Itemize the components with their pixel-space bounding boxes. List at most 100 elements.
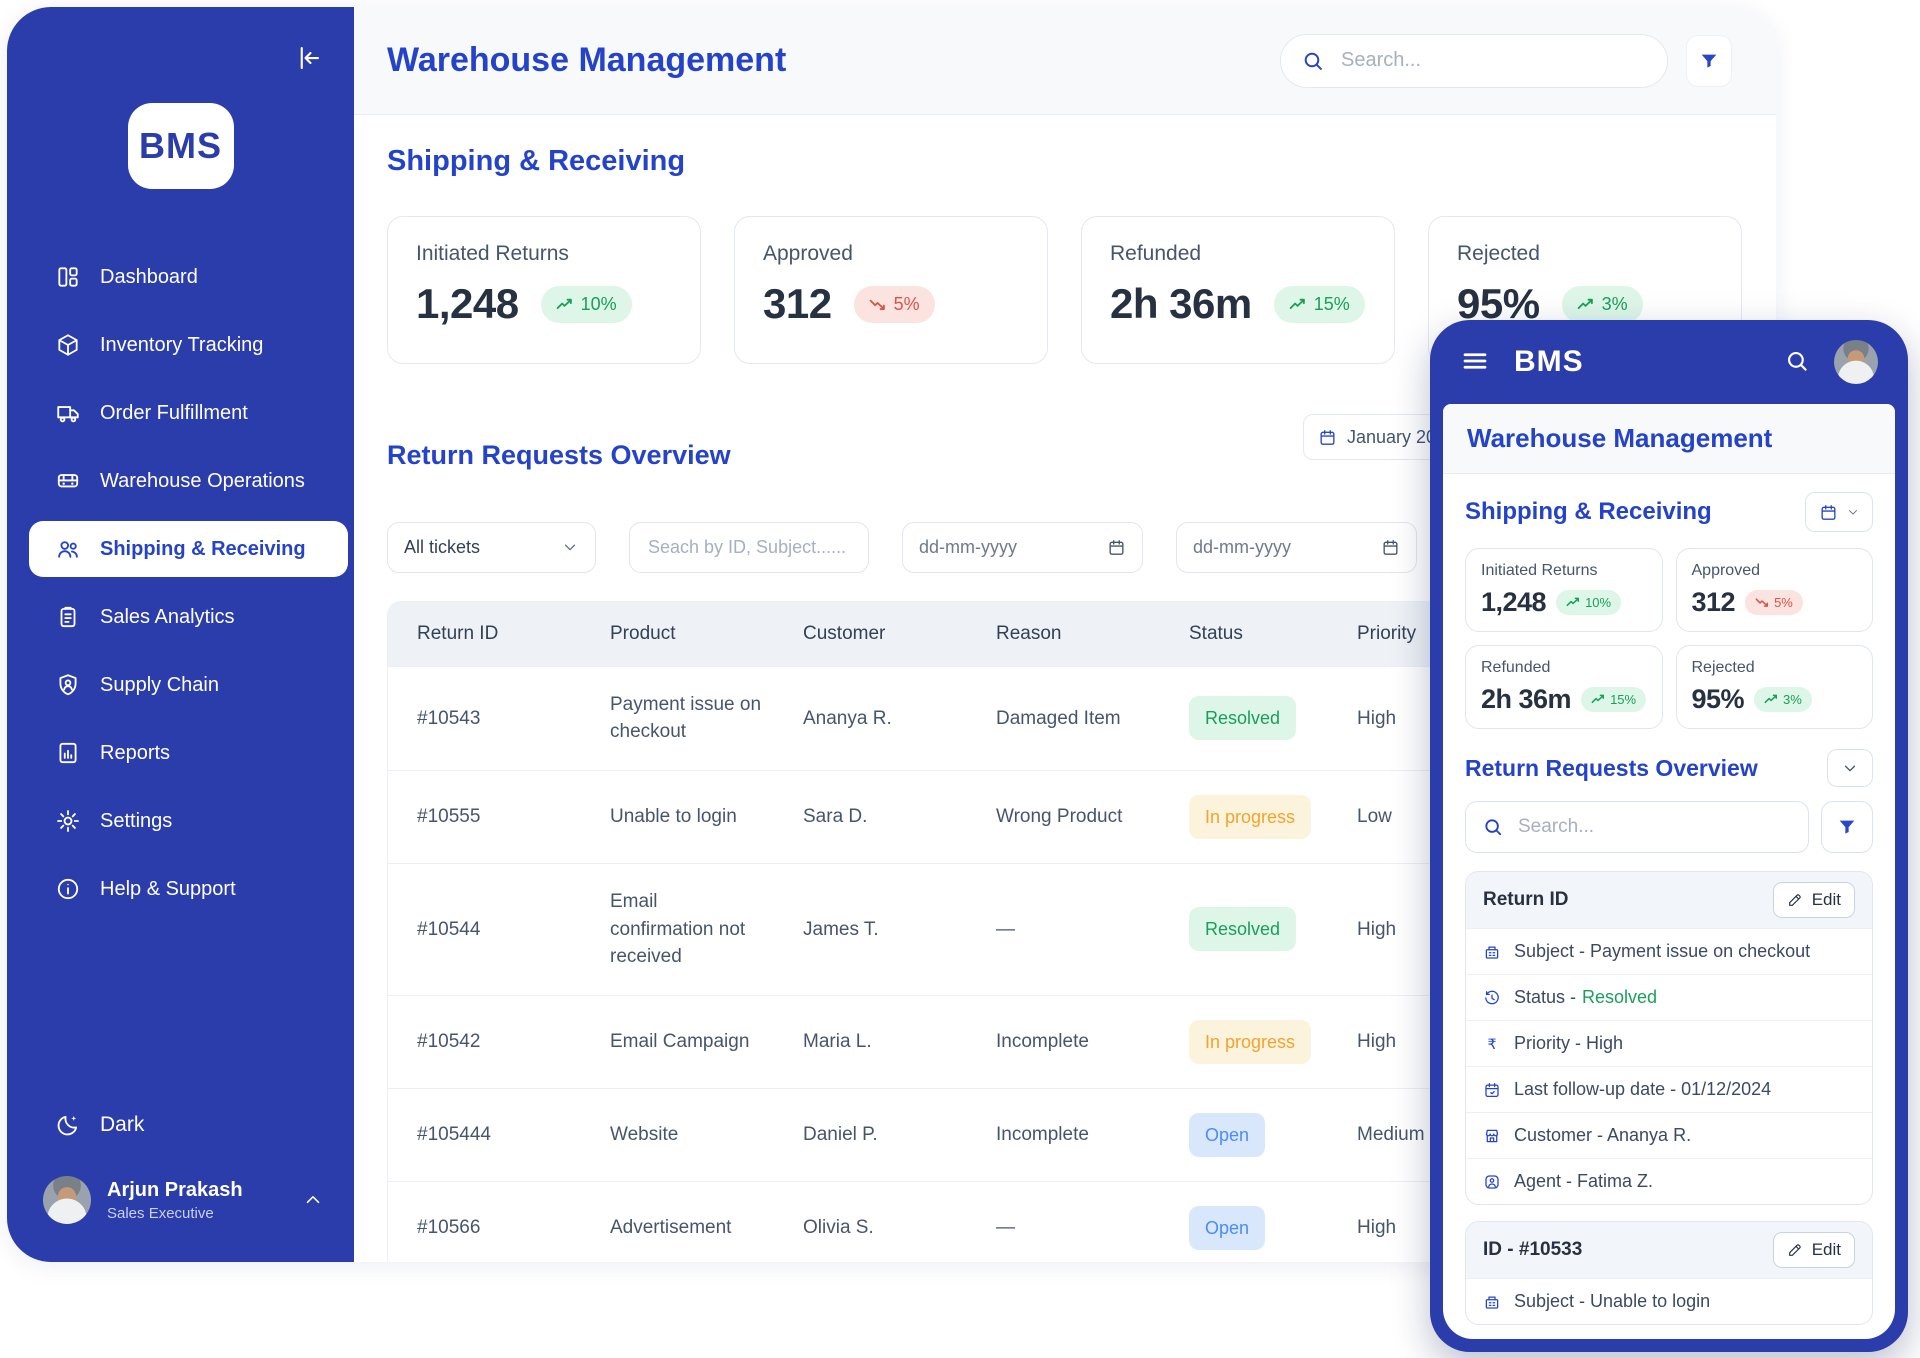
edit-button[interactable]: Edit xyxy=(1773,1232,1855,1268)
date-to-picker[interactable]: dd-mm-yyyy xyxy=(1176,522,1417,573)
sidebar-item-label: Supply Chain xyxy=(100,674,219,697)
search-input[interactable] xyxy=(1339,48,1647,73)
chevron-down-icon xyxy=(1846,505,1860,519)
stat-value-row: 1,24810% xyxy=(1481,587,1647,618)
trend-up-icon xyxy=(1289,298,1306,311)
column-header: Status xyxy=(1160,602,1353,667)
hamburger-icon xyxy=(1460,346,1490,376)
clipboard-icon xyxy=(55,604,81,630)
detail-accent: Resolved xyxy=(1582,987,1657,1008)
sidebar-item-reports[interactable]: Reports xyxy=(29,725,332,781)
stat-value: 95% xyxy=(1692,684,1745,715)
rupee-icon: ₹ xyxy=(1483,1035,1501,1053)
stat-card: Initiated Returns1,24810% xyxy=(387,216,701,364)
store-icon xyxy=(1483,1127,1501,1145)
stat-card: Approved3125% xyxy=(1676,548,1874,632)
gear-icon xyxy=(55,808,81,834)
calendar-icon xyxy=(1819,503,1838,522)
trend-badge: 5% xyxy=(854,286,935,323)
sidebar-item-order-fulfillment[interactable]: Order Fulfillment xyxy=(29,385,332,441)
status-badge: Open xyxy=(1189,1206,1265,1250)
cell-return-id: #10543 xyxy=(388,666,581,770)
sidebar-item-label: Inventory Tracking xyxy=(100,334,263,357)
cell-reason: — xyxy=(967,864,1160,996)
mobile-search-row xyxy=(1465,801,1873,853)
mobile-date-filter-button[interactable] xyxy=(1805,492,1873,532)
trend-value: 15% xyxy=(1314,294,1350,315)
detail-text: Customer - Ananya R. xyxy=(1514,1125,1691,1146)
stat-label: Rejected xyxy=(1457,242,1713,266)
mobile-search-input[interactable] xyxy=(1516,815,1792,839)
sidebar-item-help-support[interactable]: Help & Support xyxy=(29,861,332,917)
mobile-search-button[interactable] xyxy=(1784,348,1810,377)
moon-icon xyxy=(55,1112,81,1138)
mobile-collapse-button[interactable] xyxy=(1827,749,1873,787)
detail-text: Status - xyxy=(1514,987,1576,1008)
table-search-input[interactable] xyxy=(646,536,852,559)
trend-value: 3% xyxy=(1783,692,1802,707)
shield-user-icon xyxy=(55,672,81,698)
sidebar-item-dashboard[interactable]: Dashboard xyxy=(29,249,332,305)
mobile-avatar[interactable] xyxy=(1834,340,1878,384)
edit-button[interactable]: Edit xyxy=(1773,882,1855,918)
stat-value: 1,248 xyxy=(416,280,519,328)
sidebar-item-label: Sales Analytics xyxy=(100,606,235,629)
sidebar-item-settings[interactable]: Settings xyxy=(29,793,332,849)
cell-customer: Ananya R. xyxy=(774,666,967,770)
detail-row: Status - Resolved xyxy=(1466,974,1872,1020)
collapse-left-icon xyxy=(293,43,323,73)
sidebar-collapse-button[interactable] xyxy=(290,41,326,77)
trend-value: 3% xyxy=(1602,294,1628,315)
page-title: Warehouse Management xyxy=(387,41,786,80)
stat-label: Initiated Returns xyxy=(1481,562,1647,580)
sidebar-item-sales-analytics[interactable]: Sales Analytics xyxy=(29,589,332,645)
ticket-filter-select[interactable]: All tickets xyxy=(387,522,596,573)
stat-value: 312 xyxy=(763,280,832,328)
cell-customer: Maria L. xyxy=(774,995,967,1088)
mobile-filter-button[interactable] xyxy=(1821,801,1873,853)
cell-reason: Damaged Item xyxy=(967,666,1160,770)
mobile-app-window: BMS Warehouse Management Shipping & Rece… xyxy=(1430,320,1908,1352)
stat-card: Refunded2h 36m15% xyxy=(1465,645,1663,729)
sidebar-nav: Dashboard Inventory Tracking Order Fulfill… xyxy=(7,249,354,929)
detail-row: Agent - Fatima Z. xyxy=(1466,1158,1872,1204)
sidebar-item-label: Reports xyxy=(100,742,170,765)
cell-product: Payment issue on checkout xyxy=(581,666,774,770)
menu-button[interactable] xyxy=(1460,346,1490,379)
date-from-picker[interactable]: dd-mm-yyyy xyxy=(902,522,1143,573)
ticket-card: ID - #10533EditSubject - Unable to login xyxy=(1465,1221,1873,1325)
stat-label: Initiated Returns xyxy=(416,242,672,266)
detail-text: Subject - Payment issue on checkout xyxy=(1514,941,1810,962)
trend-value: 15% xyxy=(1610,692,1636,707)
funnel-icon xyxy=(1836,816,1858,838)
cell-return-id: #10566 xyxy=(388,1181,581,1262)
sidebar-item-inventory-tracking[interactable]: Inventory Tracking xyxy=(29,317,332,373)
cell-reason: — xyxy=(967,1181,1160,1262)
cell-product: Email confirmation not received xyxy=(581,864,774,996)
cell-status: Open xyxy=(1160,1088,1353,1181)
sidebar-item-shipping-receiving[interactable]: Shipping & Receiving xyxy=(29,521,348,577)
user-profile[interactable]: Arjun Prakash Sales Executive xyxy=(37,1176,324,1224)
edit-label: Edit xyxy=(1812,890,1841,910)
cell-status: Resolved xyxy=(1160,666,1353,770)
sidebar-item-warehouse-operations[interactable]: Warehouse Operations xyxy=(29,453,332,509)
stat-label: Rejected xyxy=(1692,659,1858,677)
funnel-icon xyxy=(1698,50,1720,72)
calendar-icon xyxy=(1107,538,1126,557)
report-icon xyxy=(55,740,81,766)
mobile-page-title: Warehouse Management xyxy=(1443,404,1895,474)
dark-mode-toggle[interactable]: Dark xyxy=(37,1112,324,1138)
stat-value-row: 2h 36m15% xyxy=(1110,280,1366,328)
trend-badge: 3% xyxy=(1754,687,1812,712)
cell-customer: Daniel P. xyxy=(774,1088,967,1181)
edit-label: Edit xyxy=(1812,1240,1841,1260)
cell-return-id: #10555 xyxy=(388,770,581,863)
detail-row: Subject - Unable to login xyxy=(1466,1278,1872,1324)
mobile-section-row: Shipping & Receiving xyxy=(1465,492,1873,532)
calendar-badge-icon xyxy=(1483,1081,1501,1099)
filter-button[interactable] xyxy=(1686,35,1732,87)
chevron-down-icon xyxy=(561,538,579,556)
detail-text: Agent - Fatima Z. xyxy=(1514,1171,1653,1192)
sidebar-item-supply-chain[interactable]: Supply Chain xyxy=(29,657,332,713)
status-badge: In progress xyxy=(1189,795,1311,839)
